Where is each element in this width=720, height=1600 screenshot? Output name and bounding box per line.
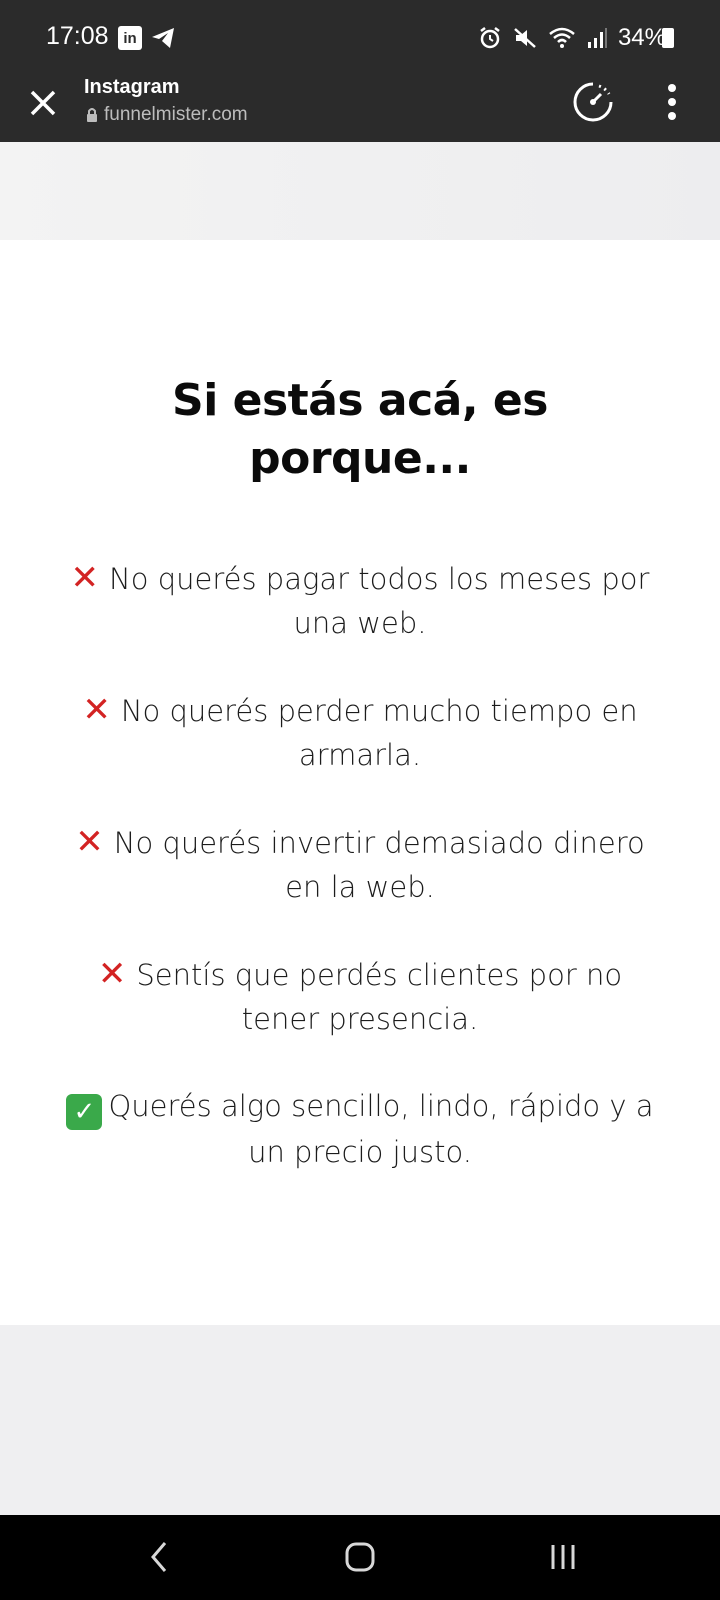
status-right-icons: 34%	[478, 24, 666, 52]
status-bar: 17:08 in 34%	[0, 0, 720, 80]
signal-icon	[587, 28, 607, 48]
list-item-text: Querés algo sencillo, lindo, rápido y a …	[108, 1089, 654, 1169]
home-icon[interactable]	[344, 1541, 376, 1573]
recents-icon[interactable]	[548, 1541, 578, 1573]
browser-toolbar: Instagram funnelmister.com	[0, 76, 720, 142]
cross-mark-icon: ✕	[75, 822, 104, 862]
list-item-text: No querés pagar todos los meses por una …	[109, 562, 650, 640]
more-vert-icon[interactable]	[664, 82, 680, 122]
wifi-icon	[549, 27, 575, 48]
back-icon[interactable]	[145, 1537, 175, 1577]
browser-url[interactable]: funnelmister.com	[86, 104, 248, 126]
cross-mark-icon: ✕	[82, 690, 111, 730]
list-item-text: No querés perder mucho tiempo en armarla…	[120, 694, 638, 772]
cross-mark-icon: ✕	[97, 954, 127, 994]
page-heading: Si estás acá, es porque...	[172, 375, 548, 484]
list-item-text: No querés invertir demasiado dinero en l…	[113, 826, 645, 904]
close-icon[interactable]	[26, 86, 60, 120]
browser-title: Instagram	[84, 76, 180, 98]
list-item-text: Sentís que perdés clientes por no tener …	[136, 958, 623, 1036]
telegram-icon	[152, 28, 174, 48]
main-content: Si estás acá, es porque... ✕ No querés pa…	[0, 240, 720, 1325]
speed-icon[interactable]	[571, 80, 615, 124]
status-time: 17:08	[46, 22, 109, 50]
list-item: ✕ No querés pagar todos los meses por una…	[60, 556, 660, 645]
mute-icon	[514, 28, 536, 48]
status-left-icons: in	[118, 26, 176, 50]
cross-mark-icon: ✕	[70, 558, 100, 598]
lock-icon	[87, 108, 97, 122]
linkedin-icon: in	[118, 26, 142, 50]
battery-icon	[662, 28, 674, 48]
check-mark-icon: ✓	[66, 1094, 103, 1130]
battery-level: 34%	[617, 24, 666, 51]
browser-url-text: funnelmister.com	[104, 104, 248, 125]
list-item: ✓ Querés algo sencillo, lindo, rápido y a…	[60, 1084, 660, 1174]
list-item: ✕ Sentís que perdés clientes por no tener…	[60, 952, 660, 1041]
alarm-icon	[480, 27, 500, 49]
list-item: ✕ No querés invertir demasiado dinero en …	[60, 820, 660, 909]
system-nav-bar	[0, 1515, 720, 1600]
page-top-band	[0, 142, 720, 240]
list-item: ✕ No querés perder mucho tiempo en armarl…	[60, 688, 660, 777]
page-bottom-band	[0, 1325, 720, 1515]
